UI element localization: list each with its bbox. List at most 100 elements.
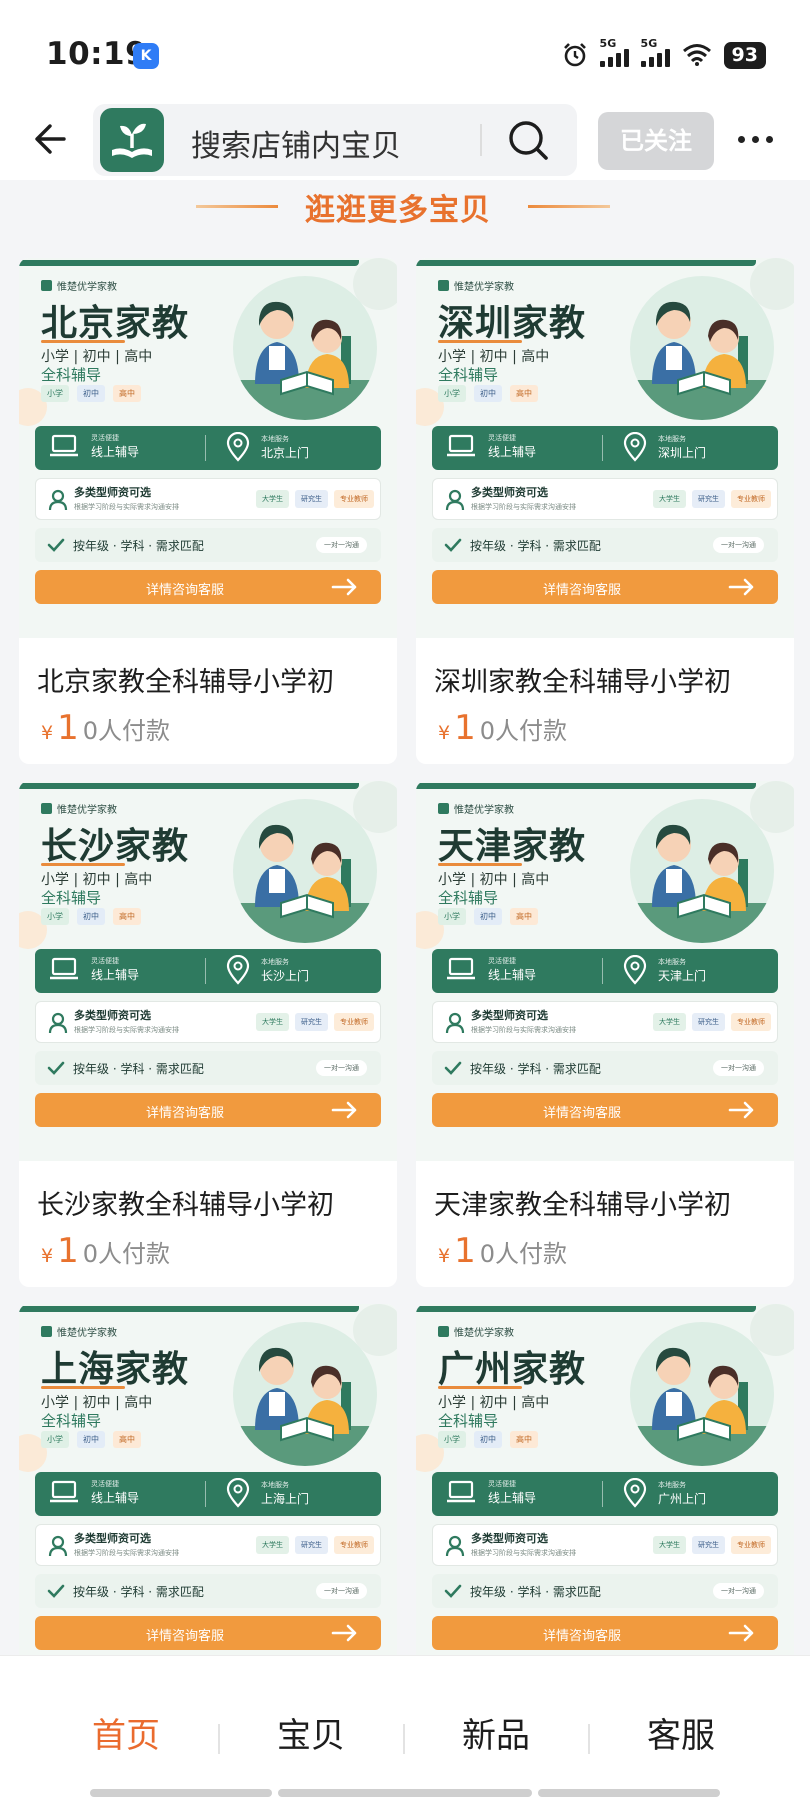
teacher-box: 多类型师资可选 根据学习阶段与实际需求沟通安排 大学生 研究生 专业教师: [35, 1524, 381, 1566]
back-arrow-icon[interactable]: [30, 114, 80, 164]
tab-divider: [588, 1724, 590, 1754]
poster-tag: 小学: [438, 385, 466, 402]
local-text: 本地服务 广州上门: [658, 1480, 706, 1507]
tab-items[interactable]: 宝贝: [277, 1708, 345, 1757]
home-indicator[interactable]: [278, 1789, 532, 1797]
battery-indicator: 93: [723, 41, 766, 69]
location-pin-icon: [623, 432, 647, 462]
consult-button[interactable]: 详情咨询客服: [35, 570, 381, 604]
teacher-chips: 大学生 研究生 专业教师: [256, 490, 374, 508]
poster-top-bar: [416, 1306, 756, 1312]
tutoring-illustration: [233, 799, 377, 943]
online-service: 灵活便捷 线上辅导: [49, 1478, 139, 1506]
price-value: 1: [454, 708, 476, 748]
tab-new[interactable]: 新品: [462, 1708, 530, 1757]
local-service: 本地服务 广州上门: [622, 1478, 706, 1508]
status-time: 10:19: [46, 36, 148, 72]
laptop-icon: [50, 957, 78, 980]
consult-button[interactable]: 详情咨询客服: [432, 1093, 778, 1127]
teacher-student-illustration: [630, 824, 774, 943]
product-poster[interactable]: 惟楚优学家教 广州家教 小学 | 初中 | 高中 全科辅导 小学 初中 高中 灵…: [416, 1304, 794, 1684]
sold-count: 0人付款: [479, 717, 568, 745]
match-text: 按年级 · 学科 · 需求匹配: [470, 1585, 601, 1599]
tab-divider: [403, 1724, 405, 1754]
poster-title: 北京家教: [41, 303, 190, 344]
follow-button[interactable]: 已关注: [598, 112, 714, 170]
price-value: 1: [57, 708, 79, 748]
consult-button[interactable]: 详情咨询客服: [35, 1616, 381, 1650]
online-small: 灵活便捷: [91, 1479, 119, 1488]
more-dots-icon[interactable]: [738, 136, 773, 143]
match-pill: 一对一沟通: [713, 537, 764, 553]
match-pill: 一对一沟通: [316, 537, 367, 553]
home-indicator[interactable]: [90, 1789, 272, 1797]
teacher-student-illustration: [630, 301, 774, 420]
product-title[interactable]: 天津家教全科辅导小学初: [434, 1183, 784, 1222]
alarm-icon: [563, 43, 586, 67]
poster-brand-text: 惟楚优学家教: [57, 282, 117, 293]
online-text: 灵活便捷 线上辅导: [488, 956, 536, 983]
poster-tag: 高中: [113, 908, 141, 925]
bottom-tab-bar: 首页 宝贝 新品 客服: [0, 1655, 810, 1800]
teacher-chip: 研究生: [295, 1536, 328, 1554]
teacher-main: 多类型师资可选: [74, 486, 151, 499]
local-small: 本地服务: [658, 957, 686, 966]
local-service: 本地服务 天津上门: [622, 955, 706, 985]
store-search-bar[interactable]: 搜索店铺内宝贝: [93, 104, 577, 176]
section-header: 逛逛更多宝贝: [0, 180, 810, 256]
poster-brand: 惟楚优学家教: [41, 801, 117, 816]
local-text: 本地服务 深圳上门: [658, 434, 706, 461]
local-service: 本地服务 上海上门: [225, 1478, 309, 1508]
poster-subject: 全科辅导: [41, 889, 102, 907]
match-row: 按年级 · 学科 · 需求匹配 一对一沟通: [432, 528, 778, 562]
consult-button[interactable]: 详情咨询客服: [432, 1616, 778, 1650]
match-pill: 一对一沟通: [713, 1583, 764, 1599]
poster-tag: 小学: [41, 385, 69, 402]
product-poster[interactable]: 惟楚优学家教 上海家教 小学 | 初中 | 高中 全科辅导 小学 初中 高中 灵…: [19, 1304, 397, 1684]
online-service: 灵活便捷 线上辅导: [49, 955, 139, 983]
product-title[interactable]: 深圳家教全科辅导小学初: [434, 660, 784, 699]
poster-tags: 小学 初中 高中: [438, 1431, 538, 1448]
teacher-sub: 根据学习阶段与实际需求沟通安排: [471, 503, 576, 511]
product-card[interactable]: 惟楚优学家教 天津家教 小学 | 初中 | 高中 全科辅导 小学 初中 高中 灵…: [416, 781, 794, 1287]
product-poster[interactable]: 惟楚优学家教 北京家教 小学 | 初中 | 高中 全科辅导 小学 初中 高中 灵…: [19, 258, 397, 638]
poster-brand-text: 惟楚优学家教: [454, 1328, 514, 1339]
product-title[interactable]: 长沙家教全科辅导小学初: [37, 1183, 387, 1222]
poster-levels: 小学 | 初中 | 高中: [41, 1395, 153, 1411]
match-text: 按年级 · 学科 · 需求匹配: [470, 1062, 601, 1076]
location-pin-icon: [226, 955, 250, 985]
product-poster[interactable]: 惟楚优学家教 长沙家教 小学 | 初中 | 高中 全科辅导 小学 初中 高中 灵…: [19, 781, 397, 1161]
tab-home[interactable]: 首页: [92, 1708, 160, 1757]
teacher-chips: 大学生 研究生 专业教师: [256, 1536, 374, 1554]
consult-button[interactable]: 详情咨询客服: [35, 1093, 381, 1127]
consult-button[interactable]: 详情咨询客服: [432, 570, 778, 604]
product-poster[interactable]: 惟楚优学家教 天津家教 小学 | 初中 | 高中 全科辅导 小学 初中 高中 灵…: [416, 781, 794, 1161]
poster-title: 上海家教: [41, 1349, 190, 1390]
teacher-chips: 大学生 研究生 专业教师: [653, 1536, 771, 1554]
tab-service[interactable]: 客服: [647, 1708, 715, 1757]
product-card[interactable]: 惟楚优学家教 深圳家教 小学 | 初中 | 高中 全科辅导 小学 初中 高中 灵…: [416, 258, 794, 764]
search-input[interactable]: 搜索店铺内宝贝: [191, 121, 401, 165]
location-pin-icon: [226, 1478, 250, 1508]
local-service: 本地服务 深圳上门: [622, 432, 706, 462]
home-indicator[interactable]: [538, 1789, 720, 1797]
service-divider: [602, 435, 603, 461]
match-row: 按年级 · 学科 · 需求匹配 一对一沟通: [432, 1051, 778, 1085]
status-bar: 10:19 K 5G 5G 93: [0, 0, 810, 100]
product-card[interactable]: 惟楚优学家教 长沙家教 小学 | 初中 | 高中 全科辅导 小学 初中 高中 灵…: [19, 781, 397, 1287]
product-card[interactable]: 惟楚优学家教 北京家教 小学 | 初中 | 高中 全科辅导 小学 初中 高中 灵…: [19, 258, 397, 764]
poster-tag: 小学: [41, 908, 69, 925]
online-label: 线上辅导: [488, 967, 537, 982]
teacher-chip: 专业教师: [731, 490, 771, 508]
teacher-chip: 专业教师: [334, 1536, 374, 1554]
poster-tags: 小学 初中 高中: [41, 385, 141, 402]
person-icon: [445, 1535, 465, 1557]
product-title[interactable]: 北京家教全科辅导小学初: [37, 660, 387, 699]
poster-brand: 惟楚优学家教: [41, 1324, 117, 1339]
teacher-main: 多类型师资可选: [74, 1009, 151, 1022]
search-icon[interactable]: [506, 118, 550, 162]
product-poster[interactable]: 惟楚优学家教 深圳家教 小学 | 初中 | 高中 全科辅导 小学 初中 高中 灵…: [416, 258, 794, 638]
teacher-chip: 研究生: [692, 490, 725, 508]
price-currency: ¥: [41, 722, 54, 744]
poster-tags: 小学 初中 高中: [438, 908, 538, 925]
